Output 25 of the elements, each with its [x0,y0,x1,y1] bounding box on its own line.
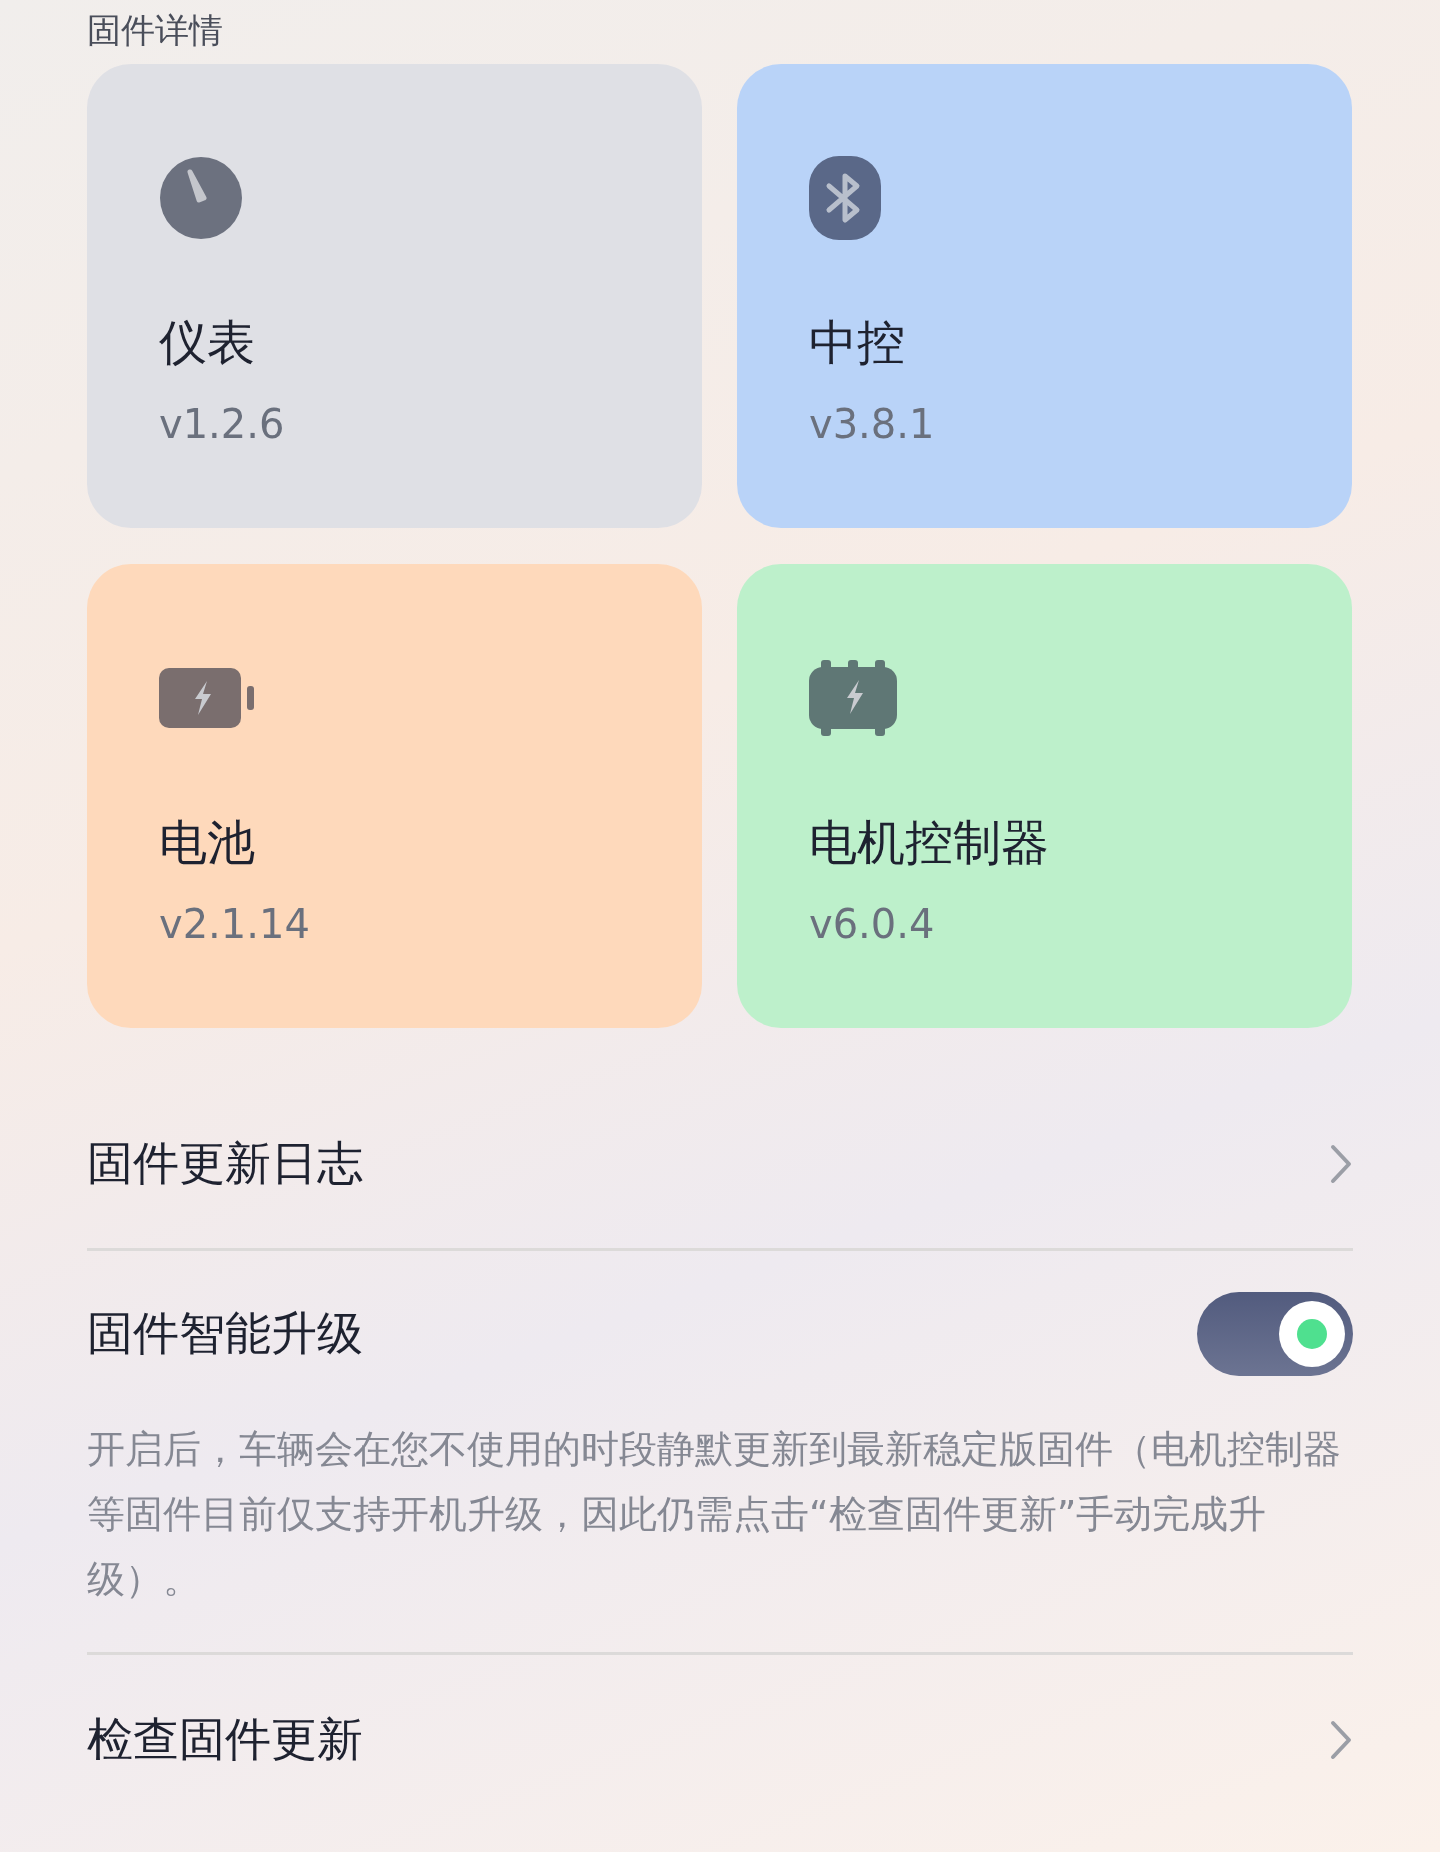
gauge-icon [159,156,243,240]
module-version: v6.0.4 [809,900,935,948]
module-name: 电机控制器 [809,813,1049,872]
module-version: v3.8.1 [809,400,935,448]
settings-row[interactable]: 检查固件更新 [87,1655,1353,1825]
row-label: 固件智能升级 [87,1305,363,1362]
module-card[interactable]: 电池 v2.1.14 [87,564,702,1028]
module-version: v1.2.6 [159,400,285,448]
module-name: 电池 [159,813,255,872]
module-card[interactable]: 仪表 v1.2.6 [87,64,702,528]
module-card[interactable]: 中控 v3.8.1 [737,64,1352,528]
row-label: 固件更新日志 [87,1135,363,1192]
module-name: 仪表 [159,313,255,372]
section-title: 固件详情 [87,10,224,50]
chevron-right-icon [1329,1143,1353,1185]
module-version: v2.1.14 [159,900,310,948]
motor-icon [809,660,897,736]
settings-row[interactable]: 固件更新日志 [87,1080,1353,1248]
row-label: 检查固件更新 [87,1711,363,1768]
chevron-right-icon [1329,1719,1353,1761]
description-text: 开启后，车辆会在您不使用的时段静默更新到最新稳定版固件（电机控制器等固件目前仅支持开机升级，因此仍需点击“检查固件更新”手动完成升级）。 [87,1426,1342,1603]
bluetooth-icon [809,156,881,240]
module-card[interactable]: 电机控制器 v6.0.4 [737,564,1352,1028]
battery-icon [159,668,255,728]
module-name: 中控 [809,313,905,372]
